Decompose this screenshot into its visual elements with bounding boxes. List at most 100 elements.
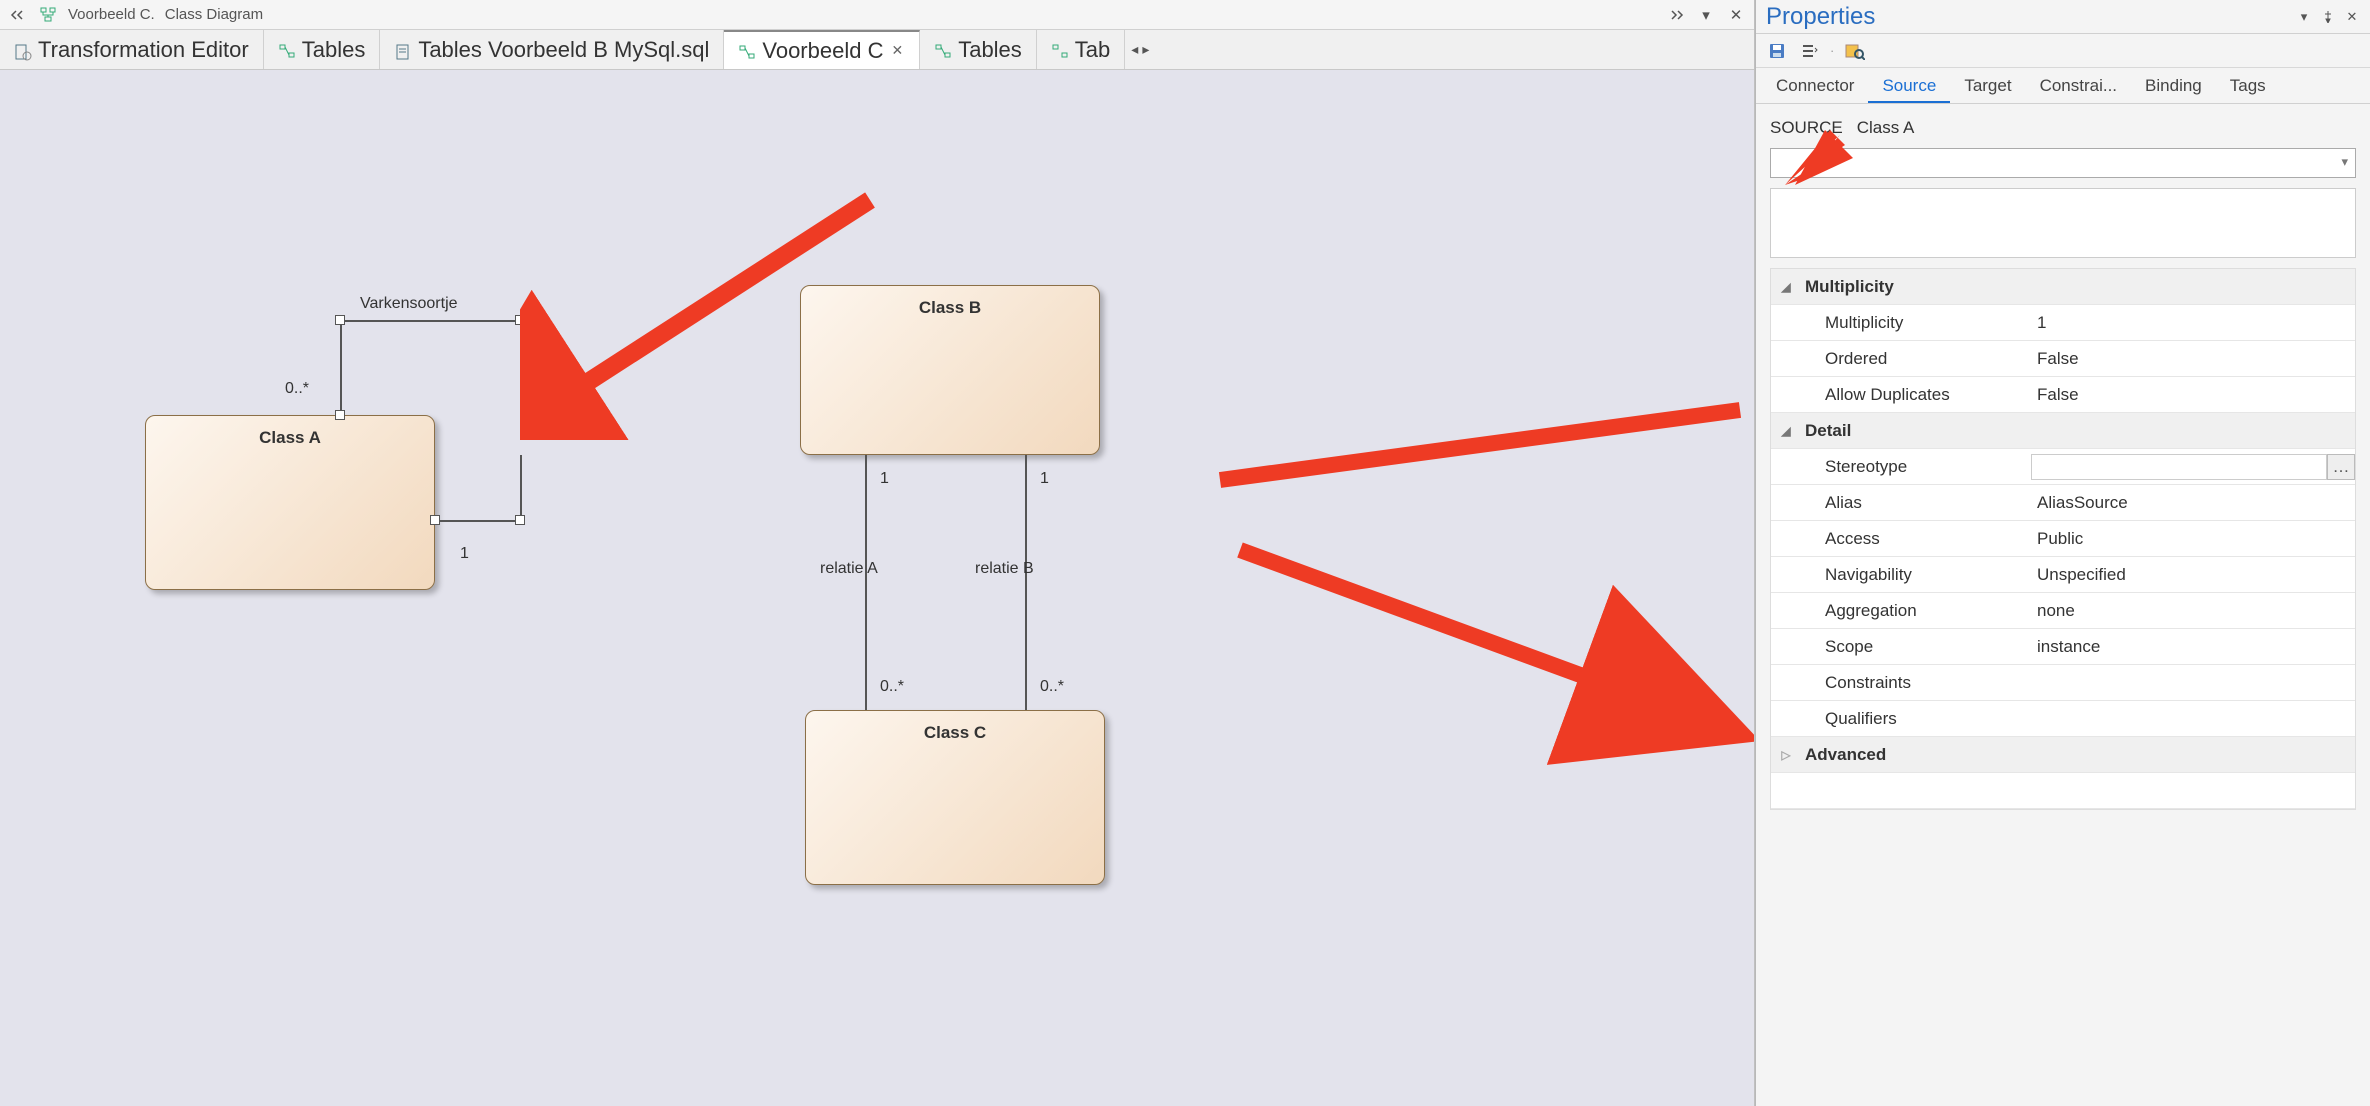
class-a-name: Class A xyxy=(259,428,321,448)
prop-scope[interactable]: Scope instance xyxy=(1771,629,2355,665)
prop-constraints[interactable]: Constraints xyxy=(1771,665,2355,701)
tab-label: Transformation Editor xyxy=(38,37,249,63)
diagram-canvas[interactable]: Class A Class B Class C Varkensoortje 0.… xyxy=(0,70,1754,1106)
tab-label: Voorbeeld C xyxy=(762,38,883,64)
assoc-bc-a-top-mult[interactable]: 1 xyxy=(880,470,889,488)
close-tab-icon[interactable]: ✕ xyxy=(889,42,905,59)
properties-header: Properties ▾ ✕ xyxy=(1756,0,2370,34)
tab-voorbeeld-c[interactable]: Voorbeeld C ✕ xyxy=(724,30,920,69)
expand-icon[interactable]: ▷ xyxy=(1771,748,1801,762)
title-strip: Voorbeeld C. Class Diagram ▾ ✕ xyxy=(0,0,1754,30)
properties-body: SOURCE Class A ▾ ◢ Multiplicity Multipli… xyxy=(1756,104,2370,1106)
collapse-icon[interactable]: ◢ xyxy=(1771,424,1801,438)
tab-label: Tables xyxy=(958,37,1022,63)
collapse-icon[interactable]: ◢ xyxy=(1771,280,1801,294)
tab-transformation-editor[interactable]: Transformation Editor xyxy=(0,30,264,69)
doc-type: Class Diagram xyxy=(165,6,263,23)
class-b-name: Class B xyxy=(919,298,981,318)
close-panel-icon[interactable]: ✕ xyxy=(2344,9,2360,25)
close-icon[interactable]: ✕ xyxy=(1726,5,1746,25)
prop-multiplicity[interactable]: Multiplicity 1 xyxy=(1771,305,2355,341)
ptab-binding[interactable]: Binding xyxy=(2131,68,2216,103)
selection-handle[interactable] xyxy=(335,315,345,325)
tab-tables-sql[interactable]: Tables Voorbeeld B MySql.sql xyxy=(380,30,724,69)
tabs-strip: Transformation Editor Tables Tables Voor… xyxy=(0,30,1754,70)
assoc-bc-a-name[interactable]: relatie A xyxy=(820,560,878,578)
prop-qualifiers[interactable]: Qualifiers xyxy=(1771,701,2355,737)
assoc-self-mult-top[interactable]: 0..* xyxy=(285,380,309,398)
diagram-icon[interactable] xyxy=(38,5,58,25)
prop-allow-duplicates[interactable]: Allow Duplicates False xyxy=(1771,377,2355,413)
source-notes-textarea[interactable] xyxy=(1770,188,2356,258)
assoc-self-line[interactable] xyxy=(340,320,522,322)
tab-label: Tab xyxy=(1075,37,1110,63)
prop-stereotype[interactable]: Stereotype … xyxy=(1771,449,2355,485)
tab-scroll-right-icon[interactable]: ▸ xyxy=(1142,41,1149,58)
window-menu-icon[interactable]: ▾ xyxy=(1696,5,1716,25)
doc-title: Voorbeeld C. xyxy=(68,6,155,23)
erd-icon xyxy=(934,41,952,59)
tab-tables-1[interactable]: Tables xyxy=(264,30,381,69)
tab-overflow[interactable]: Tab xyxy=(1037,30,1125,69)
class-c-name: Class C xyxy=(924,723,986,743)
assoc-bc-b-top-mult[interactable]: 1 xyxy=(1040,470,1049,488)
source-name-input[interactable] xyxy=(1770,148,2356,178)
pin-icon[interactable] xyxy=(2320,9,2336,25)
assoc-self-name[interactable]: Varkensoortje xyxy=(360,295,458,313)
save-icon[interactable] xyxy=(1766,40,1788,62)
assoc-bc-b-name[interactable]: relatie B xyxy=(975,560,1034,578)
group-detail[interactable]: ◢ Detail xyxy=(1771,413,2355,449)
dropdown-icon[interactable]: ▾ xyxy=(2341,154,2348,170)
assoc-self-line[interactable] xyxy=(520,455,522,522)
prop-alias[interactable]: Alias AliasSource xyxy=(1771,485,2355,521)
assoc-self-mult-bottom[interactable]: 1 xyxy=(460,545,469,563)
tab-nav: ◂ ▸ xyxy=(1125,30,1155,69)
prop-empty-row xyxy=(1771,773,2355,809)
ptab-constraints[interactable]: Constrai... xyxy=(2026,68,2131,103)
group-multiplicity[interactable]: ◢ Multiplicity xyxy=(1771,269,2355,305)
doc-icon xyxy=(394,41,412,59)
erd-icon xyxy=(278,41,296,59)
collapse-right-icon[interactable] xyxy=(1666,5,1686,25)
properties-toolbar: · xyxy=(1756,34,2370,68)
ptab-target[interactable]: Target xyxy=(1950,68,2025,103)
ellipsis-button[interactable]: … xyxy=(2327,454,2355,480)
assoc-bc-b-bot-mult[interactable]: 0..* xyxy=(1040,678,1064,696)
tab-label: Tables Voorbeeld B MySql.sql xyxy=(418,37,709,63)
properties-title: Properties xyxy=(1766,3,1875,31)
properties-pane: Properties ▾ ✕ · Connector Source Target… xyxy=(1755,0,2370,1106)
dropdown-icon[interactable]: ▾ xyxy=(2296,9,2312,25)
selection-handle[interactable] xyxy=(335,410,345,420)
ptab-source[interactable]: Source xyxy=(1868,68,1950,103)
editor-pane: Voorbeeld C. Class Diagram ▾ ✕ Transform… xyxy=(0,0,1755,1106)
annotation-arrow xyxy=(1220,530,1754,770)
browse-element-icon[interactable] xyxy=(1844,40,1866,62)
prop-navigability[interactable]: Navigability Unspecified xyxy=(1771,557,2355,593)
assoc-bc-b-line[interactable] xyxy=(1025,455,1027,710)
class-a[interactable]: Class A xyxy=(145,415,435,590)
ptab-connector[interactable]: Connector xyxy=(1762,68,1868,103)
ptab-tags[interactable]: Tags xyxy=(2216,68,2280,103)
group-advanced[interactable]: ▷ Advanced xyxy=(1771,737,2355,773)
assoc-bc-a-line[interactable] xyxy=(865,455,867,710)
source-value: Class A xyxy=(1857,118,1915,138)
list-menu-icon[interactable] xyxy=(1798,40,1820,62)
prop-access[interactable]: Access Public xyxy=(1771,521,2355,557)
assoc-bc-a-bot-mult[interactable]: 0..* xyxy=(880,678,904,696)
selection-handle[interactable] xyxy=(430,515,440,525)
assoc-self-line[interactable] xyxy=(340,320,342,415)
selection-handle[interactable] xyxy=(515,515,525,525)
prop-aggregation[interactable]: Aggregation none xyxy=(1771,593,2355,629)
tab-scroll-left-icon[interactable]: ◂ xyxy=(1131,41,1138,58)
tab-tables-2[interactable]: Tables xyxy=(920,30,1037,69)
erd-icon xyxy=(738,42,756,60)
annotation-arrow xyxy=(520,180,890,440)
properties-tabs: Connector Source Target Constrai... Bind… xyxy=(1756,68,2370,104)
class-c[interactable]: Class C xyxy=(805,710,1105,885)
annotation-arrow-head xyxy=(1785,130,1855,190)
expand-left-icon[interactable] xyxy=(8,5,28,25)
tab-label: Tables xyxy=(302,37,366,63)
source-row: SOURCE Class A xyxy=(1770,118,2356,138)
prop-ordered[interactable]: Ordered False xyxy=(1771,341,2355,377)
assoc-self-line[interactable] xyxy=(435,520,521,522)
